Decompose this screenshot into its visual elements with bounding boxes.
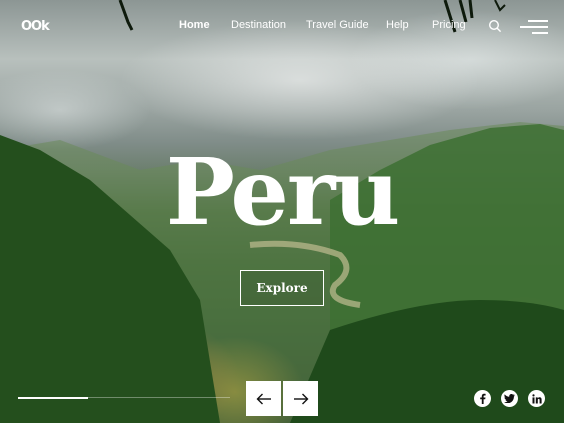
arrow-left-icon — [256, 393, 271, 404]
facebook-glyph — [480, 393, 486, 404]
prev-slide-button[interactable] — [246, 381, 281, 416]
hero-title: Peru — [165, 138, 401, 246]
slider-progress-fill — [18, 396, 88, 399]
hamburger-menu-icon[interactable] — [520, 17, 548, 35]
arrow-right-icon — [293, 393, 308, 404]
nav-item-destination[interactable]: Destination — [231, 19, 286, 31]
brand-logo[interactable]: OOk — [21, 19, 50, 34]
top-navigation: OOk Home Destination Travel Guide Help P… — [0, 0, 564, 52]
explore-button[interactable]: Explore — [240, 270, 324, 306]
facebook-icon[interactable] — [474, 390, 491, 407]
hero-section: OOk Home Destination Travel Guide Help P… — [0, 0, 564, 423]
twitter-icon[interactable] — [501, 390, 518, 407]
nav-item-pricing[interactable]: Pricing — [432, 19, 466, 31]
linkedin-icon[interactable] — [528, 390, 545, 407]
next-slide-button[interactable] — [283, 381, 318, 416]
linkedin-glyph — [531, 393, 542, 403]
slider-progress-track — [18, 396, 230, 399]
nav-item-travel-guide[interactable]: Travel Guide — [306, 19, 369, 31]
nav-item-home[interactable]: Home — [179, 19, 210, 31]
twitter-glyph — [504, 394, 515, 403]
nav-item-help[interactable]: Help — [386, 19, 409, 31]
search-icon[interactable] — [488, 19, 502, 33]
